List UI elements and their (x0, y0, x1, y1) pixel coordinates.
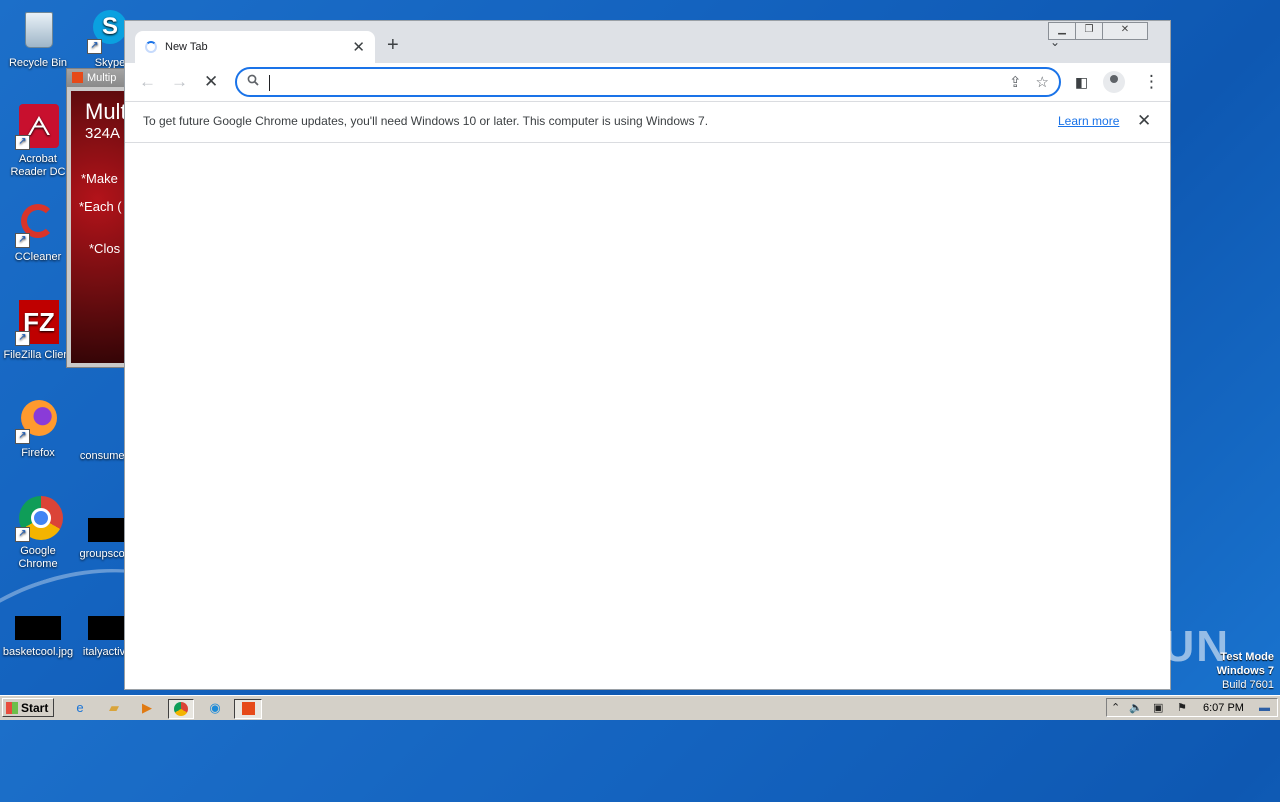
back-button[interactable]: ← (139, 72, 156, 92)
tab-strip[interactable]: ▁ ❐ ✕ New Tab ✕ + ⌄ (125, 21, 1170, 63)
desktop-icon-google-chrome[interactable]: ↗ Google Chrome (0, 496, 76, 571)
action-center-flag-icon[interactable]: ⚑ (1177, 699, 1187, 718)
anyrun-watermark: ANY RUN (1016, 622, 1230, 671)
acrobat-icon: ᗅ ↗ (15, 104, 61, 150)
tray-expand-icon[interactable]: ⌃ (1111, 699, 1120, 718)
taskbar-explorer-icon[interactable]: ▰ (104, 699, 124, 717)
profile-avatar-icon[interactable] (1103, 71, 1125, 93)
text-caret (269, 75, 270, 91)
new-tab-button[interactable]: + (387, 35, 399, 55)
volume-icon[interactable]: 🔈 (1129, 699, 1143, 718)
close-window-button[interactable]: ✕ (1102, 22, 1148, 40)
start-label: Start (21, 701, 49, 715)
desktop-icon-filezilla[interactable]: FZ ↗ FileZilla Client (0, 300, 76, 362)
tab-search-button[interactable]: ⌄ (1050, 35, 1060, 49)
shortcut-arrow-icon: ↗ (15, 331, 30, 346)
chrome-window[interactable]: ▁ ❐ ✕ New Tab ✕ + ⌄ ← → ✕ ⇪ ☆ ◧ ⋮ To get… (124, 20, 1171, 690)
desktop-icon-label: CCleaner (14, 251, 62, 263)
clock[interactable]: 6:07 PM (1203, 699, 1244, 718)
forward-button[interactable]: → (171, 72, 188, 92)
forward-arrow-icon: → (171, 72, 188, 91)
side-panel-icon: ◧ (1075, 74, 1089, 90)
search-icon (247, 74, 259, 86)
file-thumbnail (88, 616, 124, 640)
windows-logo-icon (6, 702, 18, 714)
app-icon (72, 72, 83, 83)
file-thumbnail (88, 518, 124, 542)
address-bar[interactable]: ⇪ ☆ (235, 67, 1061, 97)
close-icon[interactable]: ✕ (352, 38, 365, 56)
kebab-menu-icon: ⋮ (1143, 72, 1160, 91)
desktop-icon-label: Firefox (21, 447, 55, 459)
back-arrow-icon: ← (139, 72, 156, 91)
start-button[interactable]: Start (2, 698, 54, 717)
background-sub-text: 324A (85, 125, 121, 142)
taskbar-ie-icon[interactable]: e (70, 699, 90, 717)
tab-title: New Tab (165, 41, 208, 53)
shortcut-arrow-icon: ↗ (15, 135, 30, 150)
bookmark-star-icon[interactable]: ☆ (1036, 73, 1049, 91)
show-desktop-icon[interactable]: ▬ (1259, 699, 1270, 718)
taskbar: Start e ▰ ▶ ◉ ⌃ 🔈 ▣ ⚑ 6:07 PM ▬ (0, 695, 1280, 720)
shortcut-arrow-icon: ↗ (87, 39, 102, 54)
desktop-icon-label: FileZilla Client (3, 349, 73, 361)
background-window-title: Multip (87, 72, 117, 84)
desktop-icon-acrobat[interactable]: ᗅ ↗ Acrobat Reader DC (0, 104, 76, 179)
background-big-text: Mult (85, 99, 127, 124)
loading-spinner-icon (145, 41, 157, 53)
desktop-icon-label: Acrobat Reader DC (10, 153, 66, 178)
chrome-icon: ↗ (15, 496, 63, 542)
browser-toolbar: ← → ✕ ⇪ ☆ ◧ ⋮ (125, 63, 1170, 101)
restore-button[interactable]: ❐ (1075, 22, 1103, 40)
background-line: *Clos (89, 241, 121, 256)
test-mode-line: Test Mode (1220, 651, 1274, 663)
tab-new-tab[interactable]: New Tab ✕ (135, 31, 375, 63)
taskbar-edge-icon[interactable]: ◉ (205, 699, 225, 717)
firefox-icon: ↗ (15, 398, 61, 444)
ccleaner-icon: ↗ (15, 202, 61, 248)
test-mode-line: Windows 7 (1216, 665, 1274, 677)
filezilla-icon: FZ ↗ (15, 300, 61, 346)
network-icon[interactable]: ▣ (1153, 699, 1163, 718)
taskbar-chrome-icon[interactable] (168, 699, 194, 719)
desktop-icon-label: basketcool.jpg (2, 646, 74, 658)
page-content[interactable] (125, 143, 1170, 689)
desktop-icon-label: Recycle Bin (8, 57, 68, 69)
taskbar-app-icon[interactable] (234, 699, 262, 719)
update-infobar: To get future Google Chrome updates, you… (125, 101, 1170, 143)
infobar-message: To get future Google Chrome updates, you… (143, 114, 709, 128)
desktop-icon-basketcool[interactable]: basketcool.jpg (0, 616, 76, 659)
file-thumbnail (15, 616, 61, 640)
menu-button[interactable]: ⋮ (1143, 72, 1160, 92)
learn-more-link[interactable]: Learn more (1058, 114, 1119, 128)
infobar-close-icon[interactable]: ✕ (1137, 111, 1151, 131)
shortcut-arrow-icon: ↗ (15, 233, 30, 248)
stop-loading-icon: ✕ (204, 72, 219, 91)
system-tray: ⌃ 🔈 ▣ ⚑ 6:07 PM ▬ (1106, 698, 1278, 717)
test-mode-line: Build 7601 (1222, 679, 1274, 691)
chevron-down-icon: ⌄ (1049, 35, 1060, 49)
background-line: *Make (81, 171, 118, 186)
plus-icon: + (387, 34, 399, 56)
side-panel-button[interactable]: ◧ (1075, 72, 1088, 92)
stop-button[interactable]: ✕ (204, 72, 218, 92)
shortcut-arrow-icon: ↗ (15, 527, 30, 542)
shortcut-arrow-icon: ↗ (15, 429, 30, 444)
taskbar-media-player-icon[interactable]: ▶ (137, 699, 157, 717)
share-icon[interactable]: ⇪ (1009, 73, 1022, 91)
recycle-bin-icon (15, 8, 61, 54)
desktop-icon-label: Google Chrome (18, 545, 58, 570)
desktop-icon-firefox[interactable]: ↗ Firefox (0, 398, 76, 460)
window-controls: ▁ ❐ ✕ (1048, 22, 1148, 40)
test-mode-label: Test Mode Windows 7 Build 7601 (1217, 650, 1274, 692)
background-line: *Each ( (79, 199, 122, 214)
desktop-icon-recycle-bin[interactable]: Recycle Bin (0, 8, 76, 70)
desktop-icon-ccleaner[interactable]: ↗ CCleaner (0, 202, 76, 264)
